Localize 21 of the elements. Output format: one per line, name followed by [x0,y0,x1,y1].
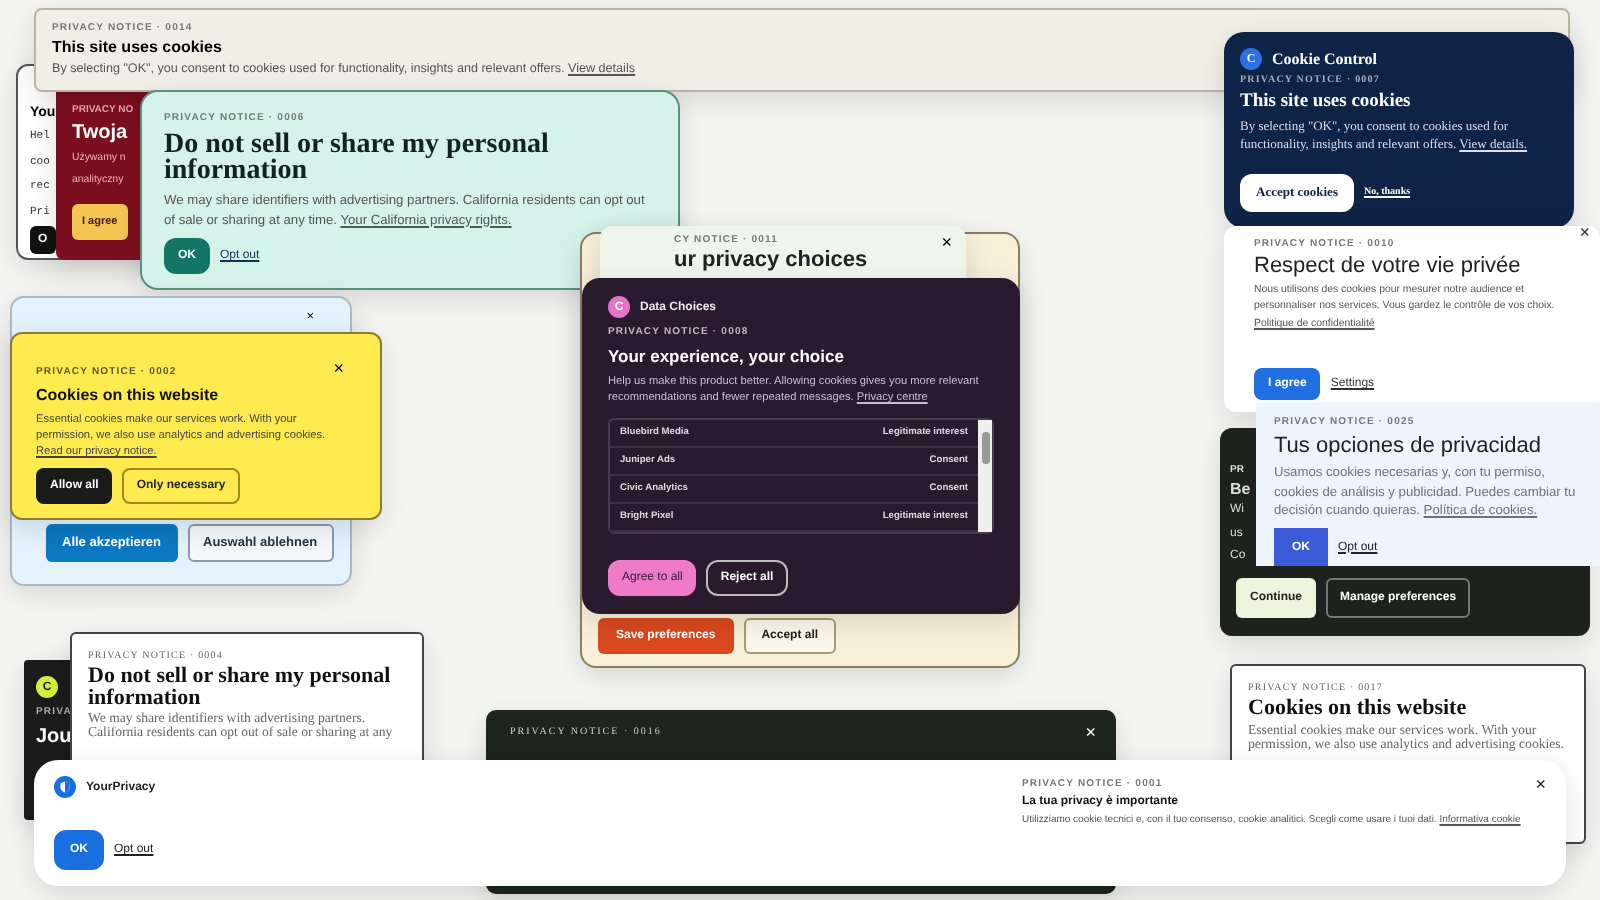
close-button[interactable]: × [321,350,356,388]
shield-icon [54,776,76,798]
notice-title: Respect de votre vie privée [1254,254,1521,278]
notice-title: Be [1230,480,1251,498]
notice-title: Your experience, your choice [608,346,844,366]
brand-name: Cookie Control [1272,50,1378,68]
notice-title: Cookies on this website [1248,698,1467,719]
notice-title: ur privacy choices [674,248,868,272]
notice-title: Twoja [72,122,128,144]
notice-title: Cookies on this website [36,386,219,404]
close-button[interactable]: × [941,234,952,252]
notice-title: This site uses cookies [52,38,222,56]
notice-title: Jou [36,726,72,748]
close-button[interactable]: × [1535,776,1546,794]
notice-title: Do not sell or share my personal information [88,666,393,708]
notice-title: Tus opciones de privacidad [1274,434,1542,458]
notice-title: This site uses cookies [1240,92,1411,112]
scrollbar[interactable] [978,420,992,533]
close-button[interactable]: × [1579,226,1590,242]
notice-title: Do not sell or share my personal information [164,132,551,184]
close-button[interactable]: × [1085,724,1096,742]
